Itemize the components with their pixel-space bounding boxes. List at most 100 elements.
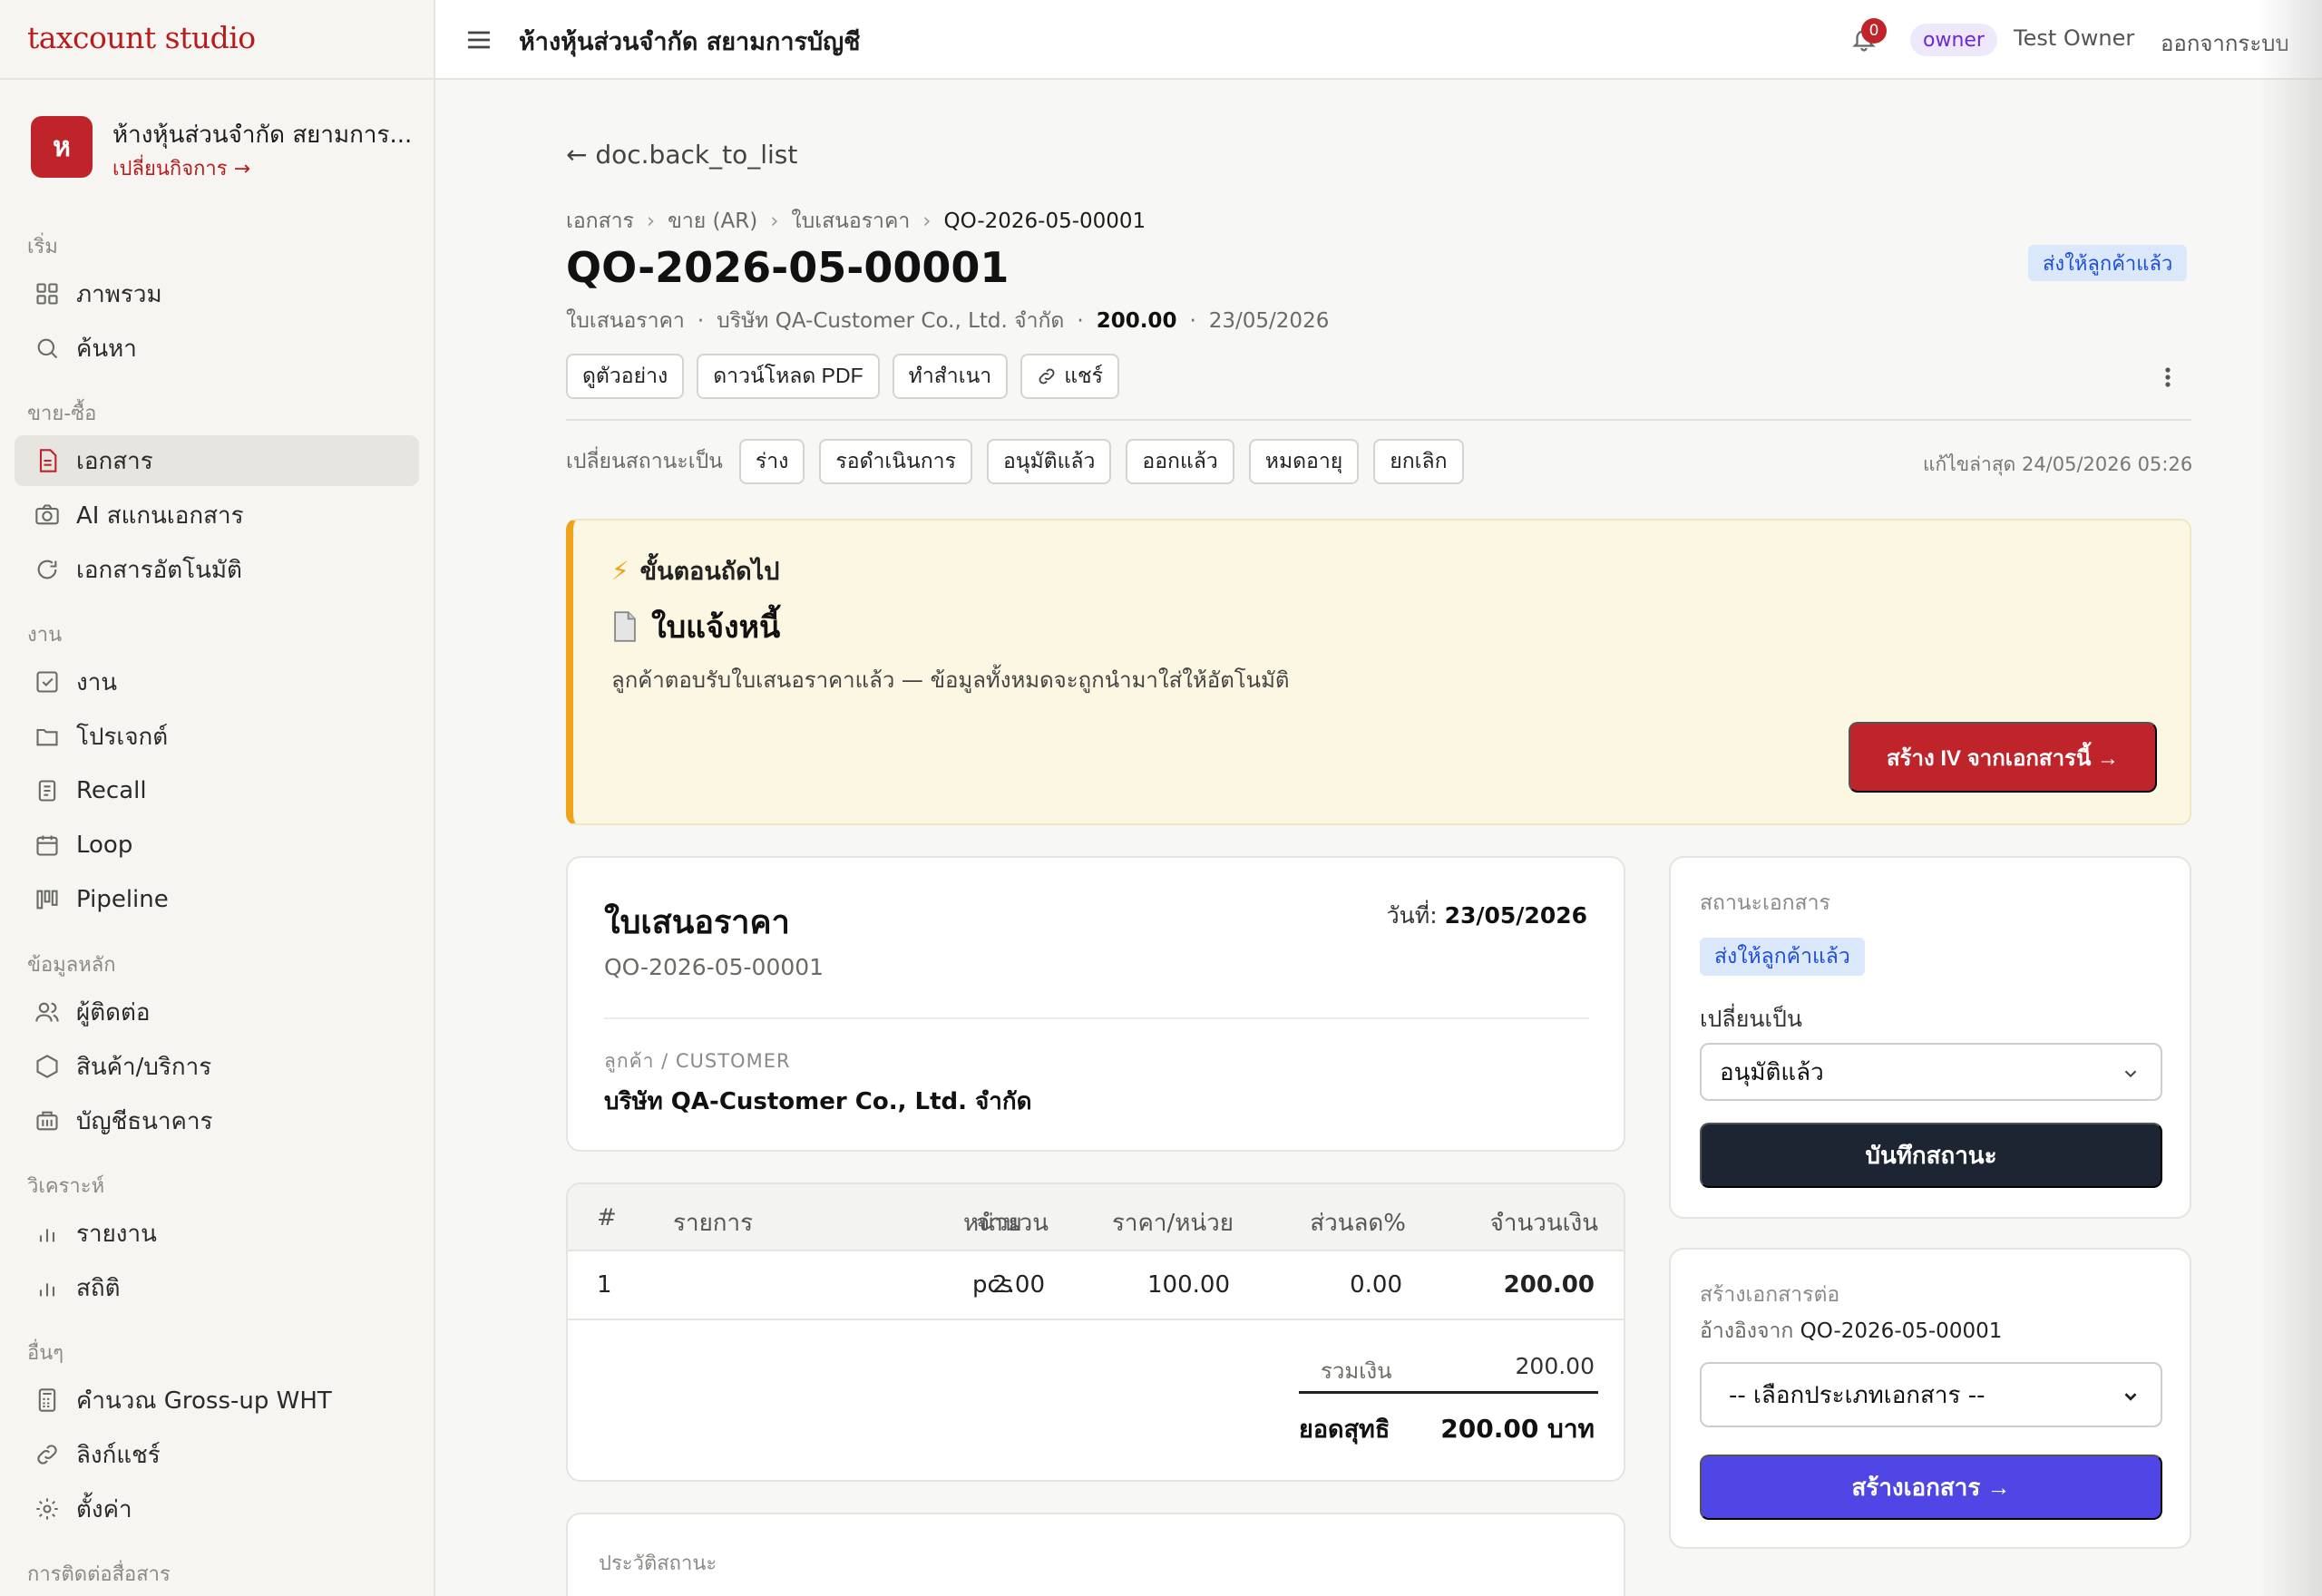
sidebar-item-ai-scan[interactable]: AI สแกนเอกสาร — [15, 490, 419, 540]
sidebar-item-statistics[interactable]: สถิติ — [15, 1262, 419, 1313]
sidebar-item-reports[interactable]: รายงาน — [15, 1208, 419, 1259]
menu-icon[interactable] — [464, 25, 493, 54]
sidebar-item-label: งาน — [76, 668, 118, 696]
cell-discount: 0.00 — [1350, 1271, 1402, 1299]
sidebar-item-auto-docs[interactable]: เอกสารอัตโนมัติ — [15, 544, 419, 595]
sidebar-item-contacts[interactable]: ผู้ติดต่อ — [15, 987, 419, 1037]
status-option-issued[interactable]: ออกแล้ว — [1126, 439, 1234, 484]
document-date: วันที่: 23/05/2026 — [1387, 898, 1587, 934]
brand-logo[interactable]: taxcount studio — [27, 20, 256, 55]
document-file-icon — [611, 611, 639, 642]
status-change-bar: เปลี่ยนสถานะเป็น ร่าง รอดำเนินการ อนุมัต… — [566, 439, 1464, 484]
sidebar-item-projects[interactable]: โปรเจกต์ — [15, 711, 419, 762]
lightning-icon: ⚡ — [611, 556, 629, 586]
sidebar: taxcount studio ห ห้างหุ้นส่วนจำกัด สยาม… — [0, 0, 435, 1596]
divider — [1299, 1391, 1598, 1394]
link-icon — [31, 1438, 63, 1471]
sidebar-item-label: ตั้งค่า — [76, 1495, 132, 1523]
top-bar: ห้างหุ้นส่วนจำกัด สยามการบัญชี 0 owner T… — [435, 0, 2322, 80]
sidebar-item-pipeline[interactable]: Pipeline — [15, 874, 419, 925]
document-status-label: สถานะเอกสาร — [1700, 891, 1830, 915]
business-switcher[interactable]: ห ห้างหุ้นส่วนจำกัด สยามการ... เปลี่ยนกิ… — [31, 112, 412, 181]
sidebar-item-loop[interactable]: Loop — [15, 820, 419, 871]
status-option-expired[interactable]: หมดอายุ — [1248, 439, 1360, 484]
next-step-heading: ⚡ ขั้นตอนถัดไป — [611, 551, 779, 590]
document-type-select[interactable]: -- เลือกประเภทเอกสาร -- — [1700, 1362, 2162, 1427]
download-pdf-button[interactable]: ดาวน์โหลด PDF — [697, 354, 880, 399]
divider — [0, 78, 435, 80]
status-option-approved[interactable]: อนุมัติแล้ว — [986, 439, 1112, 484]
preview-button[interactable]: ดูตัวอย่าง — [566, 354, 685, 399]
calculator-icon — [31, 1384, 63, 1416]
bank-icon — [31, 1105, 63, 1137]
share-button[interactable]: แชร์ — [1020, 354, 1119, 399]
document-type-title: ใบเสนอราคา — [604, 904, 790, 941]
sidebar-item-recall[interactable]: Recall — [15, 765, 419, 816]
meta-doc-type: ใบเสนอราคา — [566, 309, 685, 333]
create-document-button[interactable]: สร้างเอกสาร → — [1700, 1455, 2162, 1520]
create-next-label: สร้างเอกสารต่อ — [1700, 1283, 1840, 1307]
sidebar-item-bank-accounts[interactable]: บัญชีธนาคาร — [15, 1095, 419, 1146]
status-history-card: ประวัติสถานะ — [566, 1513, 1625, 1596]
user-name[interactable]: Test Owner — [2014, 25, 2134, 51]
sidebar-item-label: บัญชีธนาคาร — [76, 1107, 213, 1135]
users-icon — [31, 996, 63, 1028]
switch-business-link[interactable]: เปลี่ยนกิจการ → — [112, 152, 250, 184]
sidebar-item-label: ผู้ติดต่อ — [76, 998, 151, 1027]
sidebar-item-products[interactable]: สินค้า/บริการ — [15, 1041, 419, 1092]
sidebar-item-share-links[interactable]: ลิงก์แชร์ — [15, 1429, 419, 1480]
column-header-unit-price: ราคา/หน่วย — [1111, 1210, 1234, 1237]
status-change-label: เปลี่ยนสถานะเป็น — [566, 450, 723, 473]
sidebar-item-label: ลิงก์แชร์ — [76, 1441, 161, 1469]
scroll-shadow — [2259, 0, 2322, 1596]
section-label-other: อื่นๆ — [27, 1342, 64, 1365]
reference-line: อ้างอิงจาก QO-2026-05-00001 — [1700, 1315, 2002, 1348]
net-total-label: ยอดสุทธิ — [1299, 1416, 1390, 1444]
document-header-card: ใบเสนอราคา QO-2026-05-00001 วันที่: 23/0… — [566, 856, 1625, 1152]
save-status-button[interactable]: บันทึกสถานะ — [1700, 1123, 2162, 1188]
breadcrumb-item[interactable]: เอกสาร — [566, 205, 634, 238]
sidebar-item-label: ค้นหา — [76, 335, 137, 363]
more-options-icon[interactable] — [2157, 359, 2179, 395]
camera-icon — [31, 499, 63, 531]
back-to-list-link[interactable]: ← doc.back_to_list — [566, 140, 797, 170]
sidebar-item-label: รายงาน — [76, 1220, 157, 1248]
duplicate-button[interactable]: ทำสำเนา — [892, 354, 1009, 399]
meta-date: 23/05/2026 — [1208, 309, 1330, 333]
next-step-banner: ⚡ ขั้นตอนถัดไป ใบแจ้งหนี้ ลูกค้าตอบรับใบ… — [566, 519, 2191, 825]
meta-customer: บริษัท QA-Customer Co., Ltd. จำกัด — [717, 309, 1065, 333]
status-option-pending[interactable]: รอดำเนินการ — [819, 439, 972, 484]
breadcrumb-item[interactable]: ขาย (AR) — [668, 205, 757, 238]
note-icon — [31, 774, 63, 807]
sidebar-item-label: คำนวณ Gross-up WHT — [76, 1387, 332, 1415]
status-select[interactable]: อนุมัติแล้ว — [1700, 1043, 2162, 1101]
share-label: แชร์ — [1064, 364, 1103, 387]
sidebar-item-search[interactable]: ค้นหา — [15, 323, 419, 374]
breadcrumb-item[interactable]: ใบเสนอราคา — [791, 205, 910, 238]
role-badge: owner — [1910, 24, 1997, 56]
column-header-number: # — [597, 1204, 617, 1231]
next-step-heading-text: ขั้นตอนถัดไป — [639, 558, 780, 586]
grid-icon — [31, 277, 63, 310]
document-actions: ดูตัวอย่าง ดาวน์โหลด PDF ทำสำเนา แชร์ — [566, 354, 1119, 399]
sidebar-item-grossup-wht[interactable]: คำนวณ Gross-up WHT — [15, 1375, 419, 1426]
bar-chart-icon — [31, 1271, 63, 1304]
sidebar-item-overview[interactable]: ภาพรวม — [15, 268, 419, 319]
kanban-icon — [31, 883, 63, 916]
customer-name: บริษัท QA-Customer Co., Ltd. จำกัด — [604, 1088, 1032, 1115]
status-option-draft[interactable]: ร่าง — [738, 439, 805, 484]
logout-button[interactable]: ออกจากระบบ — [2161, 25, 2289, 61]
checkbox-icon — [31, 666, 63, 698]
subtotal-value: 200.00 — [1515, 1353, 1595, 1379]
create-invoice-button[interactable]: สร้าง IV จากเอกสารนี้ → — [1849, 722, 2157, 793]
section-label-start: เริ่ม — [27, 236, 58, 258]
sidebar-item-settings[interactable]: ตั้งค่า — [15, 1484, 419, 1534]
sidebar-item-label: เอกสาร — [76, 447, 153, 475]
status-option-cancelled[interactable]: ยกเลิก — [1373, 439, 1464, 484]
sidebar-item-tasks[interactable]: งาน — [15, 657, 419, 707]
business-name: ห้างหุ้นส่วนจำกัด สยามการ... — [112, 122, 413, 149]
breadcrumb-separator: › — [646, 209, 656, 233]
change-to-label: เปลี่ยนเป็น — [1700, 1006, 1802, 1032]
sidebar-item-documents[interactable]: เอกสาร — [15, 435, 419, 486]
chevron-down-icon — [2121, 1386, 2141, 1406]
